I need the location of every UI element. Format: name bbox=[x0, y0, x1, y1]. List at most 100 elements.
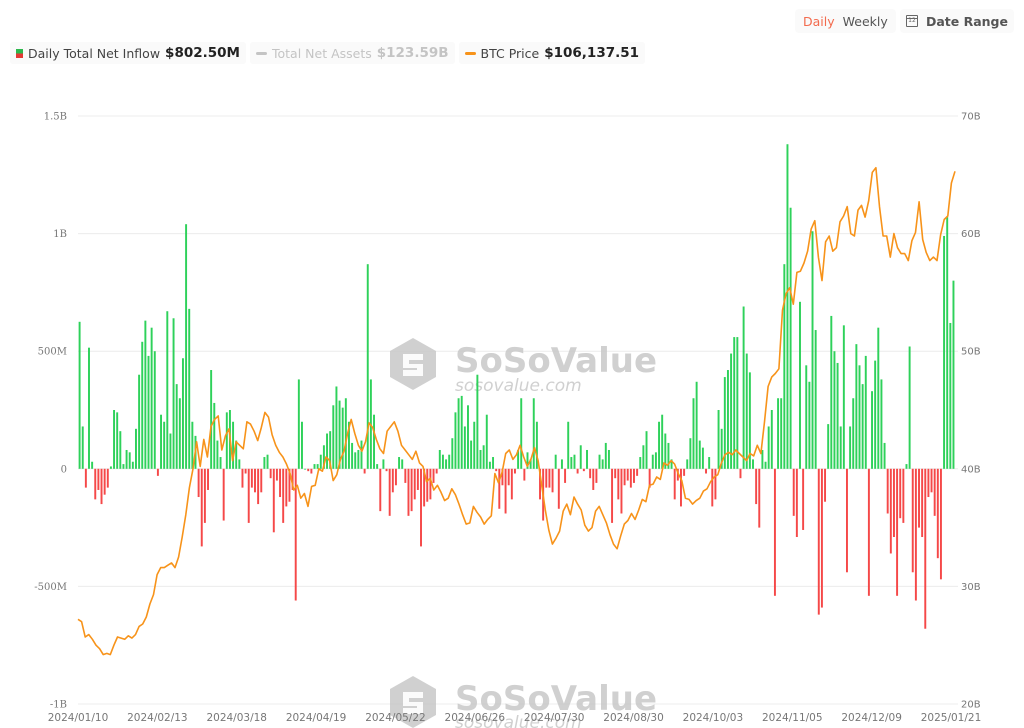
inflow-bar-positive bbox=[335, 386, 338, 469]
inflow-bar-positive bbox=[811, 231, 814, 469]
inflow-bar-negative bbox=[97, 468, 100, 490]
inflow-bar-positive bbox=[520, 398, 523, 469]
inflow-bar-positive bbox=[341, 407, 344, 469]
inflow-bar-positive bbox=[135, 428, 137, 469]
inflow-bar-negative bbox=[247, 468, 250, 523]
inflow-bar-positive bbox=[842, 325, 845, 469]
inflow-bar-negative bbox=[222, 468, 225, 521]
inflow-bar-negative bbox=[420, 468, 422, 547]
inflow-bar-positive bbox=[460, 395, 463, 469]
inflow-bar-negative bbox=[889, 468, 892, 554]
inflow-bar-positive bbox=[586, 449, 588, 469]
inflow-bar-positive bbox=[799, 301, 801, 469]
inflow-bar-negative bbox=[106, 468, 109, 488]
inflow-bar-positive bbox=[730, 353, 733, 469]
inflow-bar-positive bbox=[573, 454, 576, 469]
inflow-bar-positive bbox=[144, 320, 147, 469]
inflow-bar-negative bbox=[705, 468, 707, 474]
inflow-bar-positive bbox=[178, 398, 181, 469]
watermark: SoSoValue sosovalue.com SoSoValue sosova… bbox=[390, 338, 657, 728]
left-axis-tick-label: -500M bbox=[34, 582, 67, 593]
inflow-bar-positive bbox=[952, 280, 955, 469]
inflow-bar-positive bbox=[852, 398, 855, 469]
inflow-bar-positive bbox=[598, 454, 601, 469]
inflow-bar-positive bbox=[304, 468, 307, 470]
inflow-bar-negative bbox=[623, 468, 626, 486]
inflow-bar-negative bbox=[94, 468, 97, 500]
inflow-bar-negative bbox=[564, 468, 567, 483]
inflow-bar-negative bbox=[103, 468, 106, 495]
inflow-bar-negative bbox=[933, 468, 936, 516]
inflow-bar-positive bbox=[877, 327, 880, 469]
left-axis-tick-label: 500M bbox=[38, 347, 67, 358]
inflow-bar-positive bbox=[814, 330, 817, 469]
inflow-bar-negative bbox=[310, 468, 313, 474]
inflow-bar-positive bbox=[849, 426, 852, 469]
inflow-bar-positive bbox=[492, 457, 495, 469]
inflow-bar-positive bbox=[448, 454, 451, 469]
inflow-bar-positive bbox=[163, 421, 166, 469]
inflow-bar-negative bbox=[197, 468, 200, 498]
inflow-bar-positive bbox=[880, 379, 883, 469]
inflow-bar-positive bbox=[354, 452, 357, 469]
inflow-bar-negative bbox=[902, 468, 905, 523]
inflow-bar-positive bbox=[604, 442, 607, 469]
inflow-bar-negative bbox=[279, 468, 282, 498]
inflow-bar-positive bbox=[651, 454, 654, 469]
inflow-bar-positive bbox=[88, 347, 90, 469]
inflow-bar-negative bbox=[363, 468, 366, 474]
inflow-bar-negative bbox=[611, 468, 614, 523]
inflow-bar-positive bbox=[883, 442, 886, 469]
inflow-bar-positive bbox=[836, 362, 839, 469]
inflow-bar-negative bbox=[918, 468, 920, 528]
inflow-bar-negative bbox=[100, 468, 103, 505]
inflow-bar-positive bbox=[78, 321, 81, 469]
right-axis: 70B 60B 50B 40B 30B 20B bbox=[961, 112, 981, 711]
inflow-bar-positive bbox=[470, 440, 473, 469]
right-axis-tick-label: 60B bbox=[961, 229, 981, 240]
inflow-bar-positive bbox=[138, 374, 141, 469]
inflow-bar-positive bbox=[332, 405, 335, 469]
inflow-bar-negative bbox=[626, 468, 629, 481]
inflow-bar-negative bbox=[899, 468, 902, 519]
inflow-bar-positive bbox=[238, 459, 241, 469]
inflow-bar-positive bbox=[808, 381, 811, 469]
watermark-brand: SoSoValue bbox=[455, 341, 657, 381]
inflow-bar-negative bbox=[617, 468, 620, 500]
btc-price-series-line bbox=[77, 166, 956, 656]
inflow-bar-negative bbox=[939, 468, 942, 580]
right-axis-tick-label: 50B bbox=[961, 347, 981, 358]
inflow-bar-positive bbox=[297, 379, 300, 469]
x-axis-tick-label: 2025/01/21 bbox=[921, 712, 982, 724]
inflow-bar-positive bbox=[119, 431, 122, 469]
inflow-bar-positive bbox=[488, 461, 491, 469]
inflow-bar-positive bbox=[438, 449, 441, 469]
inflow-bar-positive bbox=[113, 410, 116, 469]
inflow-bar-negative bbox=[820, 468, 823, 608]
btc-price-line bbox=[77, 166, 956, 656]
inflow-bar-negative bbox=[633, 468, 635, 483]
left-axis-tick-label: 0 bbox=[61, 464, 67, 475]
inflow-bar-positive bbox=[153, 351, 156, 469]
watermark-site: sosovalue.com bbox=[455, 376, 582, 396]
inflow-bar-positive bbox=[554, 454, 557, 469]
inflow-bar-negative bbox=[739, 468, 742, 479]
inflow-bar-negative bbox=[282, 468, 285, 523]
inflow-bar-positive bbox=[485, 414, 488, 469]
inflow-bar-positive bbox=[908, 346, 911, 469]
inflow-bar-positive bbox=[701, 447, 704, 469]
inflow-bar-positive bbox=[946, 217, 949, 469]
inflow-bar-positive bbox=[943, 235, 946, 469]
inflow-bar-positive bbox=[147, 355, 150, 469]
inflow-bar-negative bbox=[388, 468, 391, 516]
inflow-bar-negative bbox=[914, 468, 917, 601]
inflow-bar-positive bbox=[692, 398, 695, 469]
inflow-bar-negative bbox=[272, 468, 275, 533]
inflow-bar-negative bbox=[257, 468, 260, 505]
grid-lines bbox=[78, 115, 958, 705]
inflow-bar-positive bbox=[905, 464, 908, 469]
inflow-bar-negative bbox=[385, 468, 388, 472]
inflow-bar-positive bbox=[476, 374, 479, 469]
inflow-bar-positive bbox=[191, 421, 194, 469]
inflow-bar-negative bbox=[410, 468, 413, 512]
